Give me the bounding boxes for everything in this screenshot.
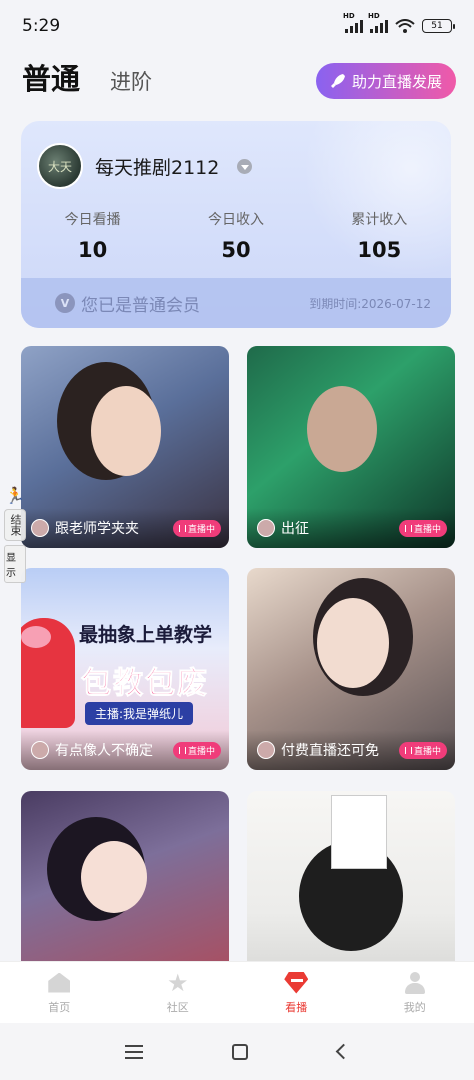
stat-label: 累计收入 xyxy=(351,212,408,228)
status-icons: HD HD 51 xyxy=(343,12,455,33)
back-icon[interactable] xyxy=(335,1043,352,1060)
show-button[interactable]: 显示 xyxy=(4,545,26,583)
member-status-text: 您已是普通会员 xyxy=(81,295,200,316)
signal-icon: HD xyxy=(343,12,363,33)
stream-card[interactable]: 付费直播还可免 直播中 xyxy=(247,568,455,770)
member-status: V 您已是普通会员 xyxy=(55,291,200,316)
stat-today-views: 今日看播 10 xyxy=(21,209,164,262)
tab-normal[interactable]: 普通 xyxy=(22,56,80,98)
mascot-illustration xyxy=(21,618,75,728)
status-bar: 5:29 HD HD 51 xyxy=(0,0,474,52)
expire-date: 到期时间:2026-07-12 xyxy=(309,296,431,311)
streamer-avatar xyxy=(31,741,49,759)
poster-title: 最抽象上单教学 xyxy=(79,624,213,646)
member-status-bar[interactable]: V 您已是普通会员 到期时间:2026-07-12 xyxy=(21,278,451,328)
home-square-icon[interactable] xyxy=(232,1043,249,1060)
stream-caption: 有点像人不确定 直播中 xyxy=(21,730,229,770)
wifi-icon xyxy=(395,19,415,33)
tab-advanced[interactable]: 进阶 xyxy=(110,66,152,96)
stat-value: 105 xyxy=(357,238,402,262)
battery-icon: 51 xyxy=(422,19,455,33)
stream-thumbnail xyxy=(81,841,147,913)
system-nav-bar xyxy=(0,1023,474,1080)
stat-label: 今日收入 xyxy=(207,212,264,228)
side-float-widget: 🏃 结束 显示 xyxy=(4,486,26,583)
stream-caption: 付费直播还可免 直播中 xyxy=(247,730,455,770)
stats-row: 今日看播 10 今日收入 50 累计收入 105 xyxy=(21,209,451,262)
stream-card[interactable]: 出征 直播中 xyxy=(247,346,455,548)
boost-label: 助力直播发展 xyxy=(351,72,442,91)
stream-name: 出征 xyxy=(281,521,309,537)
stream-thumbnail xyxy=(307,386,377,472)
stat-today-income: 今日收入 50 xyxy=(164,209,307,262)
live-badge: 直播中 xyxy=(172,519,221,537)
streamer-avatar xyxy=(257,519,275,537)
nav-community[interactable]: ★ 社区 xyxy=(138,971,218,1015)
user-row[interactable]: 大天 每天推剧2112 xyxy=(37,143,253,189)
nav-home[interactable]: 首页 xyxy=(19,971,99,1015)
stat-value: 50 xyxy=(221,238,251,262)
stream-caption: 跟老师学夹夹 直播中 xyxy=(21,508,229,548)
nav-profile[interactable]: 我的 xyxy=(375,971,455,1015)
end-button[interactable]: 结束 xyxy=(4,509,26,541)
avatar-text: 大天 xyxy=(47,159,72,174)
stream-name: 有点像人不确定 xyxy=(55,743,153,759)
username: 每天推剧2112 xyxy=(95,156,220,179)
rocket-icon xyxy=(330,74,345,88)
thumbnail-note xyxy=(331,795,387,869)
stream-thumbnail xyxy=(317,598,389,688)
stat-value: 10 xyxy=(78,238,108,262)
home-icon xyxy=(48,972,71,993)
nav-label: 看播 xyxy=(285,1000,308,1014)
stream-thumbnail xyxy=(91,386,161,476)
stream-caption: 出征 直播中 xyxy=(247,508,455,548)
live-badge: 直播中 xyxy=(398,519,447,537)
hd-label: HD xyxy=(368,12,380,20)
signal-icon: HD xyxy=(368,12,388,33)
poster-tag: 主播:我是弹纸儿 xyxy=(85,702,194,725)
live-badge: 直播中 xyxy=(398,741,447,759)
stream-card[interactable]: 最抽象上单教学 包教包废 主播:我是弹纸儿 有点像人不确定 直播中 xyxy=(21,568,229,770)
member-card: 大天 每天推剧2112 今日看播 10 今日收入 50 累计收入 105 V 您… xyxy=(21,121,451,328)
stream-name: 付费直播还可免 xyxy=(281,743,379,759)
stat-label: 今日看播 xyxy=(64,212,121,228)
nav-label: 首页 xyxy=(48,1000,71,1014)
stream-name: 跟老师学夹夹 xyxy=(55,521,139,537)
vip-icon: V xyxy=(55,293,75,313)
stat-total-income: 累计收入 105 xyxy=(308,209,451,262)
poster-subtitle: 包教包废 xyxy=(81,666,209,702)
status-time: 5:29 xyxy=(22,16,61,36)
gem-icon xyxy=(284,971,309,994)
nav-watch[interactable]: 看播 xyxy=(256,971,336,1015)
streamer-avatar xyxy=(31,519,49,537)
chevron-down-icon[interactable] xyxy=(237,158,253,174)
bottom-nav: 首页 ★ 社区 看播 我的 xyxy=(0,961,474,1023)
nav-label: 社区 xyxy=(166,1000,189,1014)
streamer-avatar xyxy=(257,741,275,759)
stream-card[interactable]: 跟老师学夹夹 直播中 xyxy=(21,346,229,548)
top-tabs: 普通 进阶 xyxy=(22,56,152,98)
avatar[interactable]: 大天 xyxy=(37,143,83,189)
battery-level: 51 xyxy=(431,21,443,31)
profile-icon xyxy=(404,971,426,994)
runner-icon[interactable]: 🏃 xyxy=(5,486,25,505)
hd-label: HD xyxy=(343,12,355,20)
nav-label: 我的 xyxy=(403,1000,426,1014)
menu-icon[interactable] xyxy=(124,1044,143,1059)
live-badge: 直播中 xyxy=(172,741,221,759)
star-icon: ★ xyxy=(166,968,189,997)
boost-live-button[interactable]: 助力直播发展 xyxy=(315,63,456,99)
